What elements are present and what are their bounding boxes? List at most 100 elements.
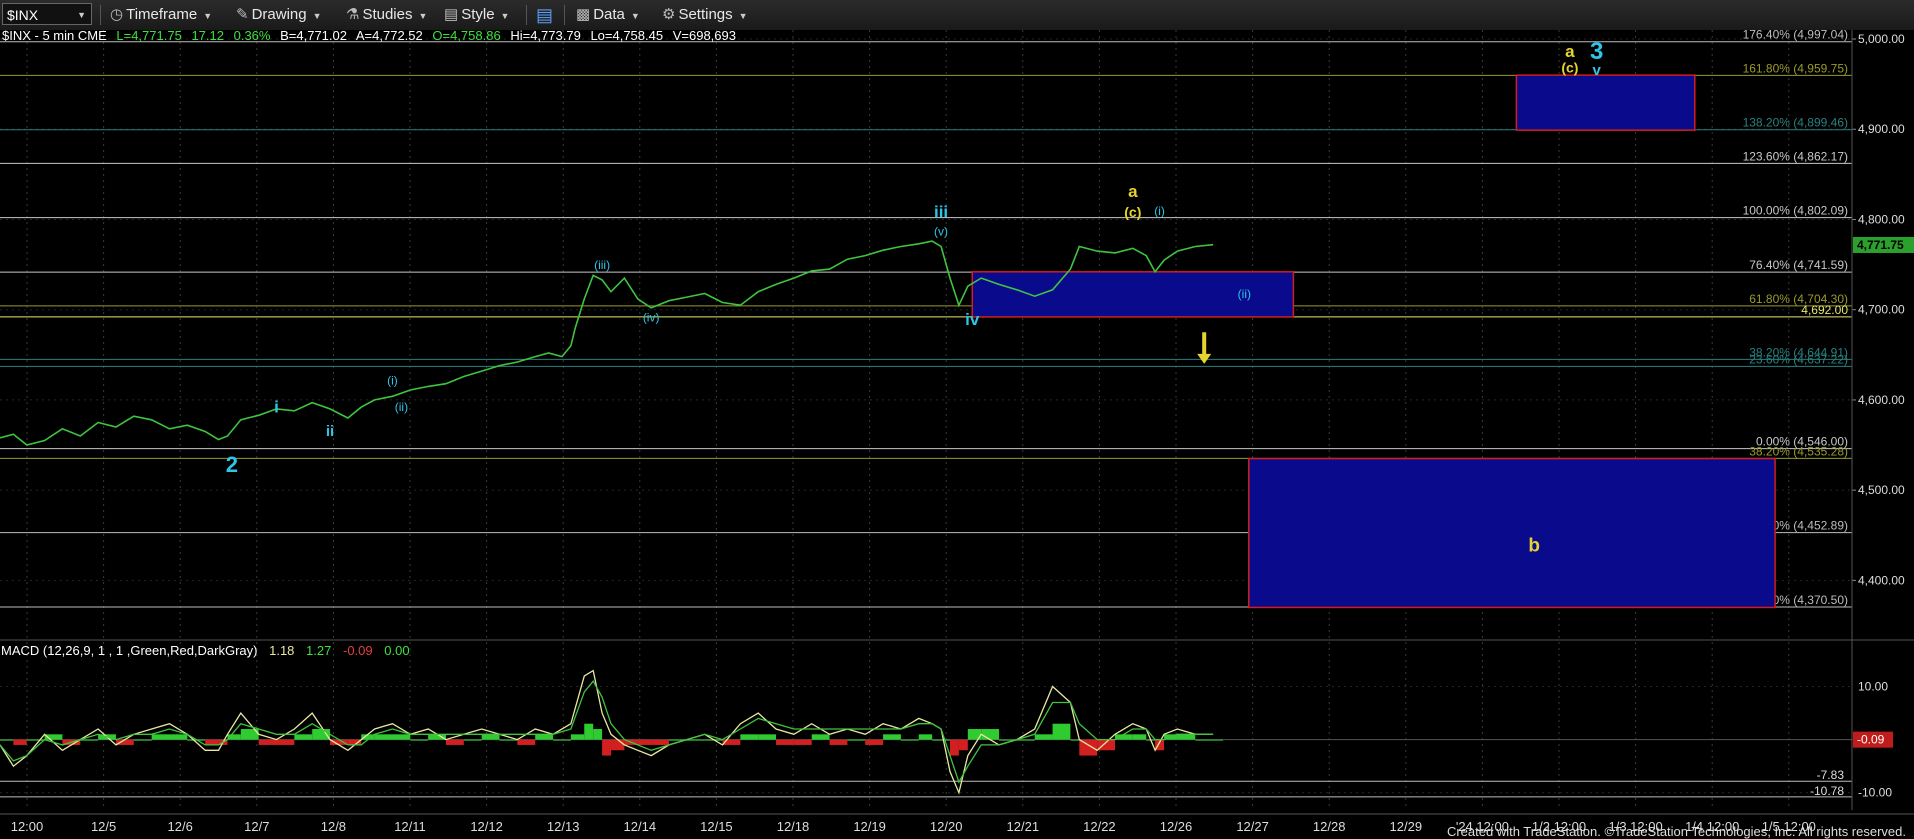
- macd-histogram-bar: [1070, 739, 1080, 741]
- x-tick-label: 12/5: [91, 819, 116, 834]
- wave-label: 3: [1590, 38, 1603, 65]
- volume: V=698,693: [673, 30, 736, 43]
- macd-histogram-bar: [981, 729, 1000, 740]
- last-price-label: 4,771.75: [1857, 238, 1904, 252]
- studies-button[interactable]: ⚗ Studies ▼: [346, 4, 427, 26]
- macd-histogram-bar: [392, 734, 411, 740]
- chevron-down-icon: ▼: [77, 10, 86, 20]
- macd-histogram-bar: [463, 739, 482, 741]
- toolbar-divider: [564, 5, 565, 25]
- macd-histogram-bar: [740, 734, 759, 740]
- macd-last-label: -0.09: [1857, 733, 1885, 747]
- macd-histogram-bar: [294, 734, 313, 740]
- bid-price: B=4,771.02: [280, 30, 347, 43]
- price-tick-label: 4,600.00: [1858, 393, 1905, 407]
- x-tick-label: 12/15: [700, 819, 733, 834]
- x-tick-label: 12/28: [1313, 819, 1346, 834]
- toolbar: $INX ▼ ◷ Timeframe ▼ ✎ Drawing ▼ ⚗ Studies ▼ ▤…: [0, 0, 1914, 31]
- drawing-button[interactable]: ✎ Drawing ▼: [236, 4, 322, 26]
- wave-label: iv: [965, 310, 980, 329]
- macd-tick-label: -10.00: [1858, 786, 1892, 800]
- data-label: Data: [593, 6, 625, 23]
- wave-label: b: [1528, 536, 1540, 557]
- price-tick-label: 4,400.00: [1858, 573, 1905, 587]
- macd-histogram-bar: [637, 739, 652, 745]
- macd-histogram-bar: [958, 739, 968, 751]
- macd-histogram-bar: [1034, 734, 1053, 740]
- x-tick-label: 12/18: [777, 819, 810, 834]
- ask-price: A=4,772.52: [356, 30, 423, 43]
- x-tick-label: 12/8: [321, 819, 346, 834]
- x-tick-label: 12/21: [1007, 819, 1040, 834]
- target-zone-box: [1515, 74, 1696, 131]
- price-tick-label: 4,900.00: [1858, 122, 1905, 136]
- open-price: O=4,758.86: [432, 30, 500, 43]
- macd-histogram-bar: [481, 734, 500, 740]
- macd-histogram-bar: [80, 739, 99, 741]
- settings-label: Settings: [678, 6, 733, 23]
- x-tick-label: 12/29: [1390, 819, 1423, 834]
- macd-histogram-bar: [446, 739, 464, 745]
- macd-diff-value: -0.09: [343, 643, 373, 658]
- wave-label: (ii): [1238, 287, 1251, 301]
- fib-level-label: 100.00% (4,802.09): [1743, 204, 1848, 218]
- macd-histogram-bar: [1177, 734, 1196, 740]
- macd-value: 1.18: [269, 643, 294, 658]
- macd-histogram-bar: [312, 729, 331, 740]
- data-button[interactable]: ▩ Data ▼: [576, 4, 640, 26]
- x-tick-label: 12/26: [1160, 819, 1193, 834]
- gear-icon: ⚙: [662, 6, 676, 23]
- x-tick-label: 12/14: [624, 819, 657, 834]
- price-tick-label: 4,700.00: [1858, 303, 1905, 317]
- macd-histogram-bar: [1132, 734, 1147, 740]
- price-tick-label: 4,800.00: [1858, 212, 1905, 226]
- timeframe-label: Timeframe: [126, 6, 198, 23]
- macd-header: MACD (12,26,9, 1 , 1 ,Green,Red,DarkGray…: [1, 643, 410, 658]
- macd-signal-value: 1.27: [306, 643, 331, 658]
- macd-histogram-bar: [1052, 723, 1071, 740]
- macd-histogram-bar: [651, 739, 669, 745]
- macd-histogram-bar: [535, 734, 554, 740]
- toolbar-divider: [526, 5, 527, 25]
- clock-icon: ◷: [110, 6, 124, 23]
- macd-histogram-bar: [1016, 739, 1035, 741]
- wave-label: i: [274, 398, 279, 417]
- fib-level-label: 176.40% (4,997.04): [1743, 30, 1848, 42]
- wave-label: (c): [1124, 204, 1141, 220]
- style-label: Style: [461, 6, 495, 23]
- macd-histogram-bar: [374, 734, 393, 740]
- chevron-down-icon: ▼: [630, 11, 640, 21]
- timeframe-button[interactable]: ◷ Timeframe ▼: [110, 4, 212, 26]
- chart-background: [0, 30, 1914, 839]
- wave-label: (c): [1561, 59, 1578, 75]
- x-tick-label: 12/7: [244, 819, 269, 834]
- macd-histogram-bar: [918, 734, 933, 740]
- wave-label: 2: [226, 452, 238, 477]
- flask-icon: ⚗: [346, 6, 360, 23]
- macd-histogram-bar: [584, 723, 594, 740]
- pct-change: 0.36%: [234, 30, 271, 43]
- wave-label: a: [1128, 182, 1138, 201]
- macd-histogram-bar: [26, 739, 45, 741]
- macd-histogram-bar: [900, 739, 919, 741]
- macd-histogram-bar: [883, 734, 901, 740]
- macd-histogram-bar: [1195, 739, 1214, 741]
- symbol-selector[interactable]: $INX ▼: [2, 3, 92, 25]
- macd-histogram-bar: [1079, 739, 1098, 756]
- layout-icon[interactable]: ▤: [536, 4, 553, 26]
- macd-histogram-bar: [1213, 739, 1224, 741]
- chevron-down-icon: ▼: [418, 11, 428, 21]
- target-zone-box: [1248, 457, 1776, 609]
- macd-histogram-bar: [258, 739, 277, 745]
- style-button[interactable]: ▤ Style ▼: [444, 4, 509, 26]
- macd-tick-label: 10.00: [1858, 680, 1888, 694]
- low-price: Lo=4,758.45: [590, 30, 663, 43]
- macd-histogram-bar: [205, 739, 219, 745]
- net-change: 17.12: [191, 30, 224, 43]
- settings-button[interactable]: ⚙ Settings ▼: [662, 4, 748, 26]
- macd-histogram-bar: [276, 739, 295, 745]
- macd-histogram-bar: [13, 739, 27, 745]
- chart-area[interactable]: 176.40% (4,997.04) 161.80% (4,959.75) 138.…: [0, 30, 1914, 839]
- x-tick-label: 12:00: [11, 819, 44, 834]
- macd-histogram-bar: [686, 739, 705, 741]
